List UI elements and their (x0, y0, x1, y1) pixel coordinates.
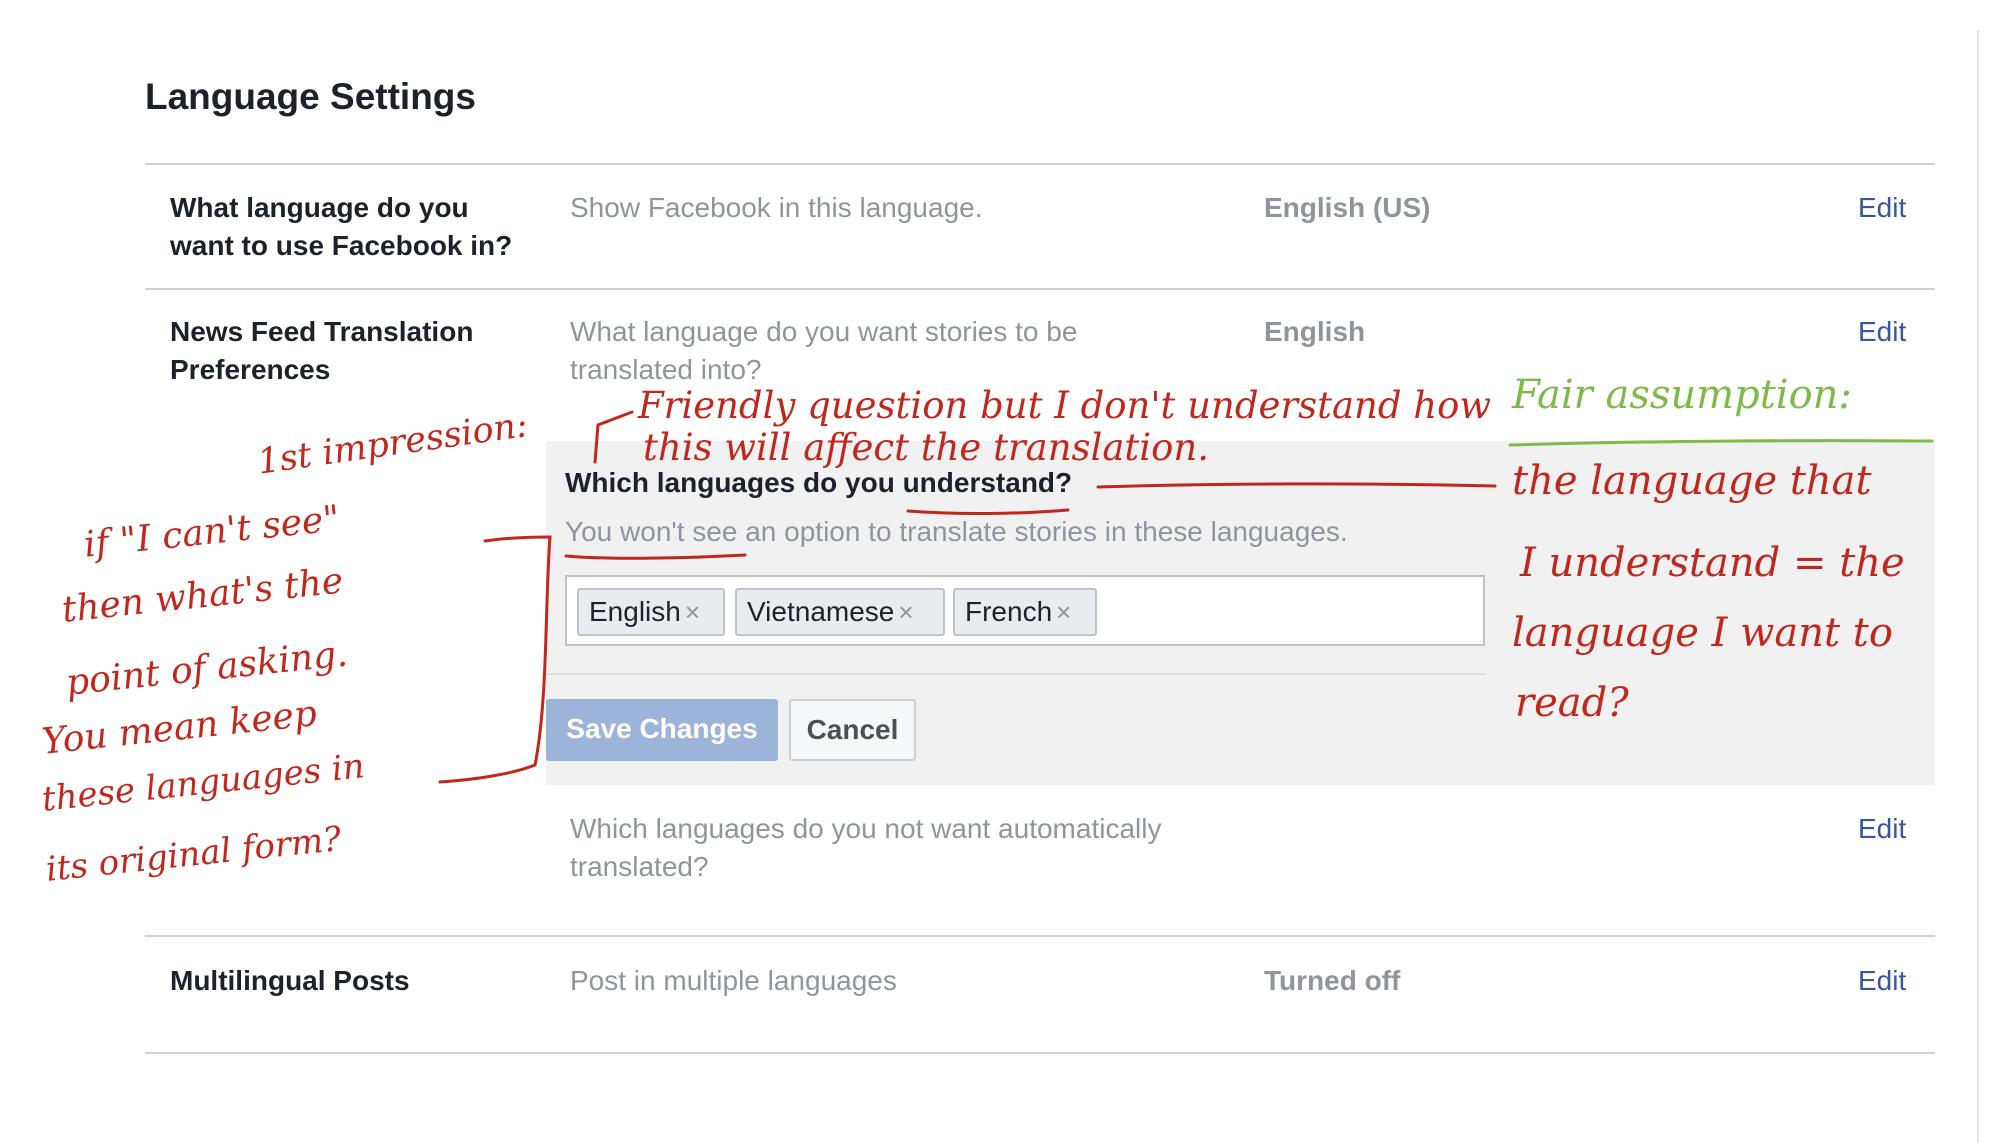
row-value-facebook-language: English (US) (1264, 192, 1431, 223)
annotation-right-line: I understand = the (1520, 540, 1905, 586)
annotation-left-line: if "I can't see" (82, 498, 342, 566)
row-value-news-feed-translation: English (1264, 316, 1366, 347)
token-label: Vietnamese (747, 596, 895, 627)
edit-link-multilingual-posts[interactable]: Edit (1858, 962, 1906, 1000)
cancel-button[interactable]: Cancel (789, 699, 916, 761)
annotation-left-line: then what's the (60, 560, 346, 631)
annotation-right-line: the language that (1512, 458, 1872, 504)
language-token: Vietnamese × (735, 588, 945, 636)
annotation-top-line2: this will affect the translation. (643, 426, 1209, 469)
page-title: Language Settings (145, 76, 476, 117)
token-label: English (589, 596, 681, 627)
divider-row1 (145, 288, 1935, 290)
row-label-line: What language do you (170, 192, 469, 223)
row-desc-news-feed-translation: What language do you want stories to be … (570, 313, 1260, 389)
annotation-right-line: read? (1515, 680, 1629, 726)
row-desc-line: What language do you want stories to be (570, 316, 1078, 347)
row-desc-line: Which languages do you not want automati… (570, 813, 1162, 844)
annotation-left-line: You mean keep (40, 693, 319, 763)
token-label: French (965, 596, 1053, 627)
panel-question: Which languages do you understand? (565, 467, 1073, 498)
annotation-first-impression: 1st impression: (255, 405, 531, 483)
language-token-input[interactable]: English × Vietnamese × French × (565, 575, 1485, 646)
annotation-top-line1: Friendly question but I don't understand… (638, 384, 1492, 427)
row-desc-no-auto-translate: Which languages do you not want automati… (570, 810, 1260, 886)
edit-link-news-feed-translation[interactable]: Edit (1858, 313, 1906, 351)
save-changes-button[interactable]: Save Changes (546, 699, 778, 761)
divider-top (145, 163, 1935, 165)
row-label-multilingual-posts: Multilingual Posts (170, 965, 410, 996)
language-token: French × (953, 588, 1097, 636)
row-label-facebook-language: What language do you want to use Faceboo… (170, 189, 550, 265)
row-label-line: Preferences (170, 354, 331, 385)
language-token: English × (577, 588, 725, 636)
panel-divider (546, 673, 1486, 675)
edit-link-facebook-language[interactable]: Edit (1858, 189, 1906, 227)
divider-row3 (145, 935, 1935, 937)
row-label-news-feed-translation: News Feed Translation Preferences (170, 313, 550, 389)
row-desc-multilingual-posts: Post in multiple languages (570, 965, 897, 996)
page-right-border (1977, 30, 1979, 1143)
remove-token-icon[interactable]: × (898, 597, 913, 627)
divider-bottom (145, 1052, 1935, 1054)
remove-token-icon[interactable]: × (685, 597, 700, 627)
remove-token-icon[interactable]: × (1056, 597, 1071, 627)
annotation-left-line: its original form? (44, 818, 344, 890)
row-desc-facebook-language: Show Facebook in this language. (570, 192, 983, 223)
annotation-right-heading: Fair assumption: (1512, 372, 1852, 418)
row-desc-line: translated? (570, 851, 709, 882)
row-label-line: News Feed Translation (170, 316, 474, 347)
annotation-right-line: language I want to (1512, 610, 1893, 656)
row-label-line: want to use Facebook in? (170, 230, 513, 261)
edit-link-no-auto-translate[interactable]: Edit (1858, 810, 1906, 848)
panel-note: You won't see an option to translate sto… (565, 516, 1348, 547)
row-value-multilingual-posts: Turned off (1264, 965, 1401, 996)
